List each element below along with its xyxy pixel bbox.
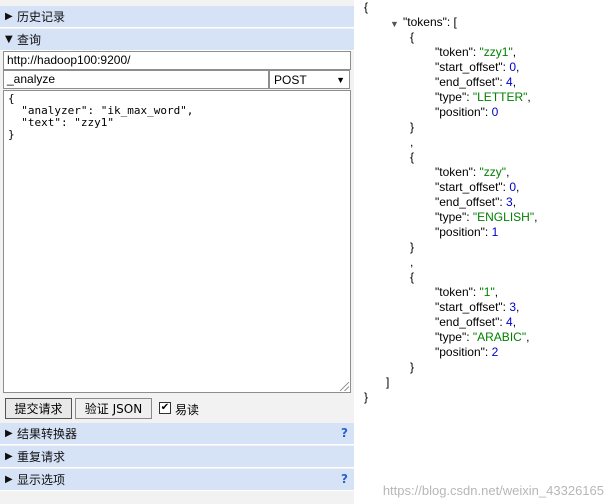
query-section-header[interactable]: ▼ 查询 [0, 29, 354, 51]
submit-request-button[interactable]: 提交请求 [5, 398, 72, 419]
json-key: "token": [435, 45, 480, 59]
json-value-position: 0 [491, 105, 499, 119]
json-key: "start_offset": [435, 180, 510, 194]
json-object-open: { [410, 150, 415, 164]
repeat-label: 重复请求 [17, 450, 66, 464]
pretty-checkbox[interactable]: ✔ [159, 402, 171, 414]
method-select[interactable]: POST ▼ [269, 70, 350, 89]
json-object-close: } [410, 120, 415, 134]
json-key: "position": [435, 105, 492, 119]
request-body-text: { "analyzer": "ik_max_word", "text": "zz… [8, 92, 194, 141]
collapsed-triangle-icon: ▶ [5, 11, 13, 22]
json-field-type: "type": "LETTER", [435, 90, 531, 104]
json-key: "end_offset": [435, 75, 507, 89]
json-object-close: } [410, 360, 415, 374]
pretty-label: 易读 [175, 403, 200, 417]
json-value-end_offset: 4 [506, 315, 513, 329]
json-field-token: "token": "1", [435, 285, 499, 299]
json-value-position: 1 [491, 225, 499, 239]
json-key: "type": [435, 210, 473, 224]
collapsed-triangle-icon: ▶ [5, 428, 13, 439]
json-object-close: } [410, 240, 415, 254]
json-value-type: "ARABIC" [472, 330, 527, 344]
json-field-start_offset: "start_offset": 3, [435, 300, 520, 314]
json-field-position: "position": 1 [435, 225, 498, 240]
json-value-token: "zzy1" [479, 45, 513, 59]
json-field-start_offset: "start_offset": 0, [435, 180, 520, 194]
display-section-header[interactable]: ▶ 显示选项 ? [0, 469, 354, 491]
json-field-start_offset: "start_offset": 0, [435, 60, 520, 74]
history-section-header[interactable]: ▶ 历史记录 [0, 6, 354, 28]
json-object-open: { [410, 270, 415, 284]
json-field-end_offset: "end_offset": 4, [435, 75, 517, 89]
json-value-token: "zzy" [479, 165, 507, 179]
json-field-position: "position": 2 [435, 345, 498, 360]
json-close-brace: } [364, 390, 369, 404]
help-icon[interactable]: ? [341, 426, 348, 440]
json-open-brace: { [364, 0, 369, 14]
json-field-token: "token": "zzy", [435, 165, 510, 179]
json-key: "type": [435, 330, 473, 344]
transformer-section-header[interactable]: ▶ 结果转换器 ? [0, 423, 354, 445]
json-object-open: { [410, 30, 415, 44]
json-key: "start_offset": [435, 60, 510, 74]
path-input[interactable]: _analyze [3, 70, 269, 89]
json-key: "end_offset": [435, 195, 507, 209]
repeat-section-header[interactable]: ▶ 重复请求 [0, 446, 354, 468]
json-value-start_offset: 3 [509, 300, 517, 314]
method-value: POST [274, 72, 307, 87]
response-panel: { ▼ "tokens": [ {"token": "zzy1", "start_… [355, 0, 614, 504]
collapse-triangle-icon[interactable]: ▼ [390, 17, 399, 32]
resize-grip-icon[interactable] [340, 382, 349, 391]
collapsed-triangle-icon: ▶ [5, 451, 13, 462]
query-label: 查询 [17, 33, 42, 47]
json-key: "start_offset": [435, 300, 510, 314]
json-value-start_offset: 0 [509, 60, 517, 74]
watermark-text: https://blog.csdn.net/weixin_43326165 [382, 483, 604, 498]
json-value-token: "1" [479, 285, 495, 299]
json-field-token: "token": "zzy1", [435, 45, 517, 59]
history-label: 历史记录 [17, 10, 66, 24]
json-value-end_offset: 3 [506, 195, 513, 209]
json-tokens-key: "tokens": [ [403, 15, 457, 29]
json-field-end_offset: "end_offset": 4, [435, 315, 517, 329]
json-value-start_offset: 0 [509, 180, 517, 194]
transformer-label: 结果转换器 [17, 427, 78, 441]
json-field-type: "type": "ARABIC", [435, 330, 530, 344]
request-body-editor[interactable]: { "analyzer": "ik_max_word", "text": "zz… [3, 90, 351, 393]
chevron-down-icon: ▼ [336, 74, 345, 85]
url-input[interactable]: http://hadoop100:9200/ [3, 51, 351, 70]
display-label: 显示选项 [17, 473, 66, 487]
request-panel: ▶ 历史记录 ▼ 查询 http://hadoop100:9200/ _anal… [0, 0, 354, 504]
help-icon[interactable]: ? [341, 472, 348, 486]
validate-json-button[interactable]: 验证 JSON [75, 398, 152, 419]
expanded-triangle-icon: ▼ [5, 34, 13, 45]
json-value-type: "ENGLISH" [472, 210, 535, 224]
json-key: "position": [435, 225, 492, 239]
json-value-type: "LETTER" [472, 90, 528, 104]
collapsed-triangle-icon: ▶ [5, 474, 13, 485]
json-field-end_offset: "end_offset": 3, [435, 195, 517, 209]
json-key: "position": [435, 345, 492, 359]
json-key: "end_offset": [435, 315, 507, 329]
json-comma: , [410, 135, 414, 149]
json-key: "token": [435, 285, 480, 299]
json-close-bracket: ] [386, 375, 390, 389]
json-value-position: 2 [491, 345, 499, 359]
json-field-position: "position": 0 [435, 105, 498, 120]
json-field-type: "type": "ENGLISH", [435, 210, 538, 224]
json-key: "token": [435, 165, 480, 179]
json-comma: , [410, 255, 414, 269]
json-key: "type": [435, 90, 473, 104]
json-value-end_offset: 4 [506, 75, 513, 89]
